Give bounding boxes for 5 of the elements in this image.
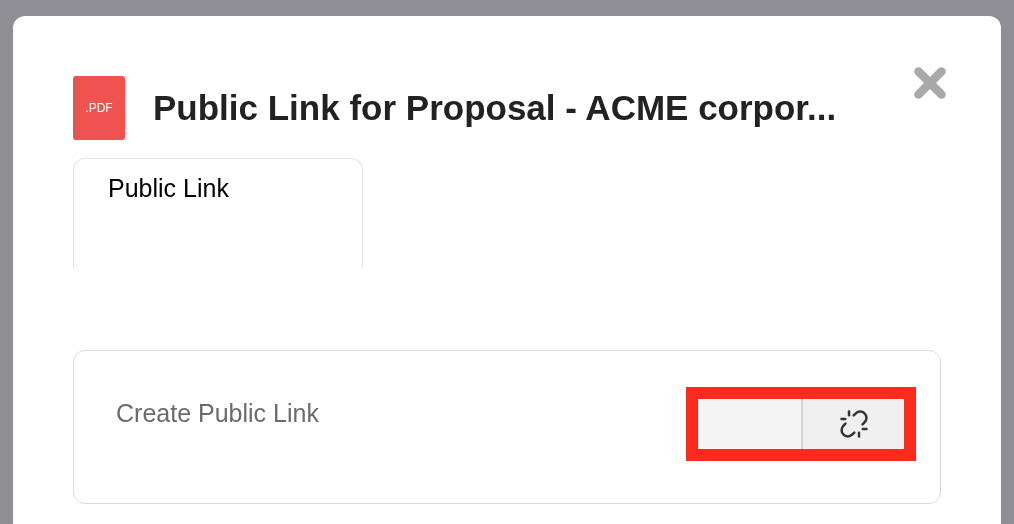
create-public-link-label: Create Public Link: [116, 398, 319, 429]
dialog-title: Public Link for Proposal - ACME corpor...: [153, 86, 837, 129]
broken-link-icon: [838, 409, 869, 439]
pdf-file-icon: .PDF: [73, 76, 125, 140]
tab[interactable]: Public Link: [73, 158, 363, 268]
